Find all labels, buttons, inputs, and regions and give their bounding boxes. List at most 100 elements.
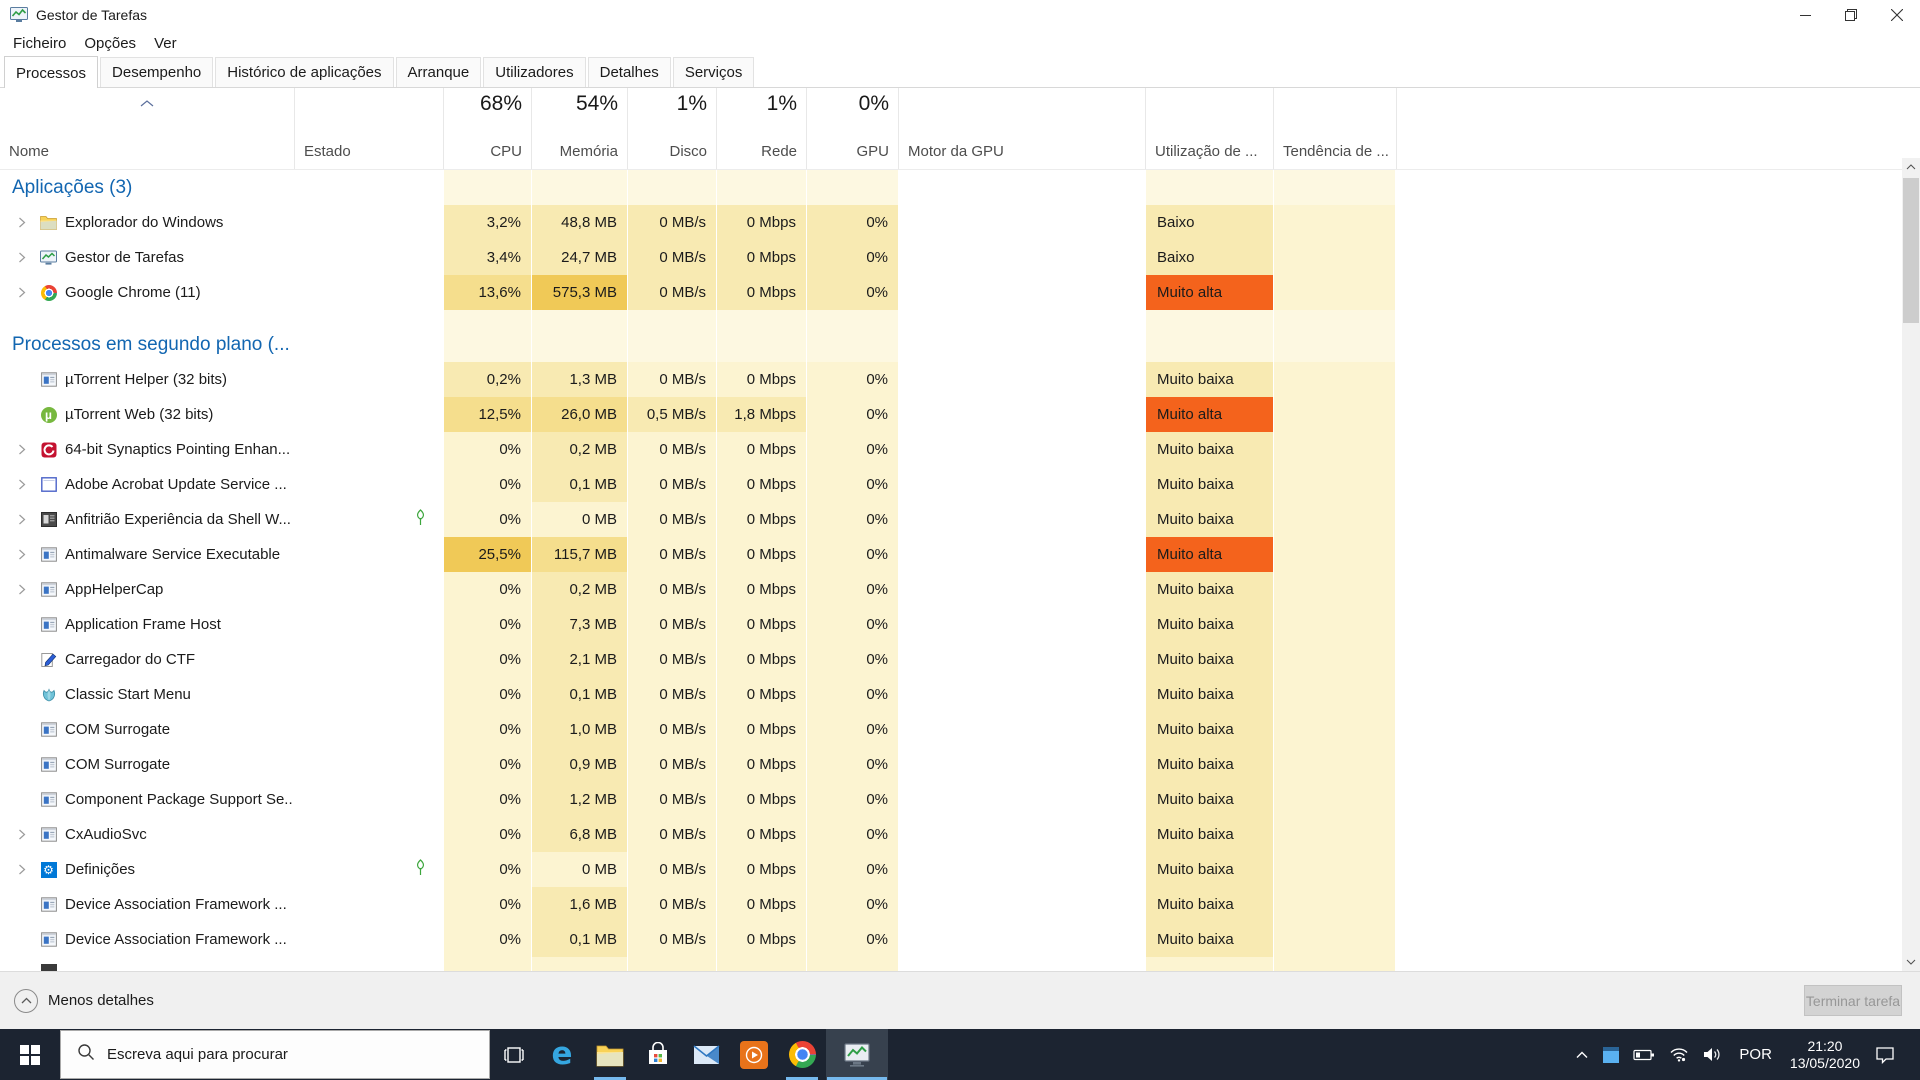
expand-chevron-icon[interactable]: [12, 252, 32, 263]
process-row[interactable]: Classic Start Menu 0% 0,1 MB 0 MB/s 0 Mbps 0%…: [0, 677, 1920, 712]
expand-chevron-icon[interactable]: [12, 584, 32, 595]
process-row[interactable]: ⚙ Definições 0% 0 MB 0 MB/s 0 Mbps 0% Muito bai…: [0, 852, 1920, 887]
process-name-cell: Processos em segundo plano (...: [0, 327, 294, 362]
search-input[interactable]: [107, 1046, 437, 1063]
language-indicator[interactable]: POR: [1729, 1029, 1782, 1080]
tab-utilizadores[interactable]: Utilizadores: [483, 57, 586, 87]
edge-taskbar-icon[interactable]: e: [538, 1029, 586, 1080]
process-row[interactable]: Device Association Framework ... 0% 1,6 MB…: [0, 887, 1920, 922]
expand-chevron-icon[interactable]: [12, 514, 32, 525]
process-row[interactable]: CxAudioSvc 0% 6,8 MB 0 MB/s 0 Mbps 0% Muito ba…: [0, 817, 1920, 852]
tab-arranque[interactable]: Arranque: [395, 57, 482, 87]
value: 0%: [499, 931, 521, 948]
tab-detalhes[interactable]: Detalhes: [587, 57, 671, 87]
disco-cell: 0 MB/s: [627, 922, 716, 957]
column-header-estado[interactable]: Estado: [294, 88, 443, 169]
row-filler: [1396, 922, 1920, 957]
menu-item-ver[interactable]: Ver: [145, 33, 186, 54]
scroll-down-button[interactable]: [1902, 953, 1920, 971]
gpu-cell: 0%: [806, 747, 898, 782]
column-header-rede[interactable]: 1% Rede: [716, 88, 806, 169]
action-center-icon[interactable]: [1868, 1029, 1902, 1080]
tab-processos[interactable]: Processos: [4, 56, 99, 88]
tray-chevron-up-icon[interactable]: [1568, 1029, 1596, 1080]
expand-chevron-icon[interactable]: [12, 217, 32, 228]
tab-servi-os[interactable]: Serviços: [672, 57, 755, 87]
scroll-up-button[interactable]: [1902, 158, 1920, 176]
process-row[interactable]: µTorrent Helper (32 bits) 0,2% 1,3 MB 0 MB/…: [0, 362, 1920, 397]
vertical-scrollbar[interactable]: [1902, 158, 1920, 971]
less-details-toggle[interactable]: Menos detalhes: [14, 988, 154, 1013]
estado-cell: [294, 642, 443, 677]
process-row[interactable]: COM Surrogate 0% 0,9 MB 0 MB/s 0 Mbps 0% Muito…: [0, 747, 1920, 782]
value: 0 Mbps: [746, 214, 796, 231]
expand-chevron-icon[interactable]: [12, 479, 32, 490]
utilizacao-value: Muito baixa: [1157, 476, 1234, 493]
expand-chevron-icon[interactable]: [12, 549, 32, 560]
minimize-button[interactable]: [1782, 0, 1828, 30]
process-row[interactable]: Explorador do Windows 3,2% 48,8 MB 0 MB/s 0 …: [0, 205, 1920, 240]
task-manager-taskbar-icon[interactable]: [826, 1029, 888, 1080]
mail-taskbar-icon[interactable]: [682, 1029, 730, 1080]
file-explorer-taskbar-icon[interactable]: [586, 1029, 634, 1080]
column-header-gpu[interactable]: 0% GPU: [806, 88, 898, 169]
gpu-cell: [806, 957, 898, 971]
menu-item-opes[interactable]: Opções: [75, 33, 145, 54]
disco-cell: [627, 957, 716, 971]
process-row[interactable]: Anfitrião Experiência da Shell W... 0% 0 M…: [0, 502, 1920, 537]
column-header-tendencia[interactable]: Tendência de ...: [1273, 88, 1396, 169]
process-row[interactable]: COM Surrogate 0% 1,0 MB 0 MB/s 0 Mbps 0% Muito…: [0, 712, 1920, 747]
column-header-cpu[interactable]: 68% CPU: [443, 88, 531, 169]
wifi-icon[interactable]: [1662, 1029, 1696, 1080]
menu-item-ficheiro[interactable]: Ficheiro: [4, 33, 75, 54]
restore-button[interactable]: [1828, 0, 1874, 30]
close-button[interactable]: [1874, 0, 1920, 30]
column-header-memoria[interactable]: 54% Memória: [531, 88, 627, 169]
column-header-motor-gpu[interactable]: Motor da GPU: [898, 88, 1145, 169]
tab-desempenho[interactable]: Desempenho: [100, 57, 214, 87]
rede-cell: 0 Mbps: [716, 852, 806, 887]
process-row[interactable]: Google Chrome (11) 13,6% 575,3 MB 0 MB/s 0 M…: [0, 275, 1920, 310]
process-name: CxAudioSvc: [65, 826, 147, 843]
end-task-button[interactable]: Terminar tarefa: [1804, 985, 1902, 1016]
row-filler: [1396, 677, 1920, 712]
process-row[interactable]: Application Frame Host 0% 7,3 MB 0 MB/s 0 Mb…: [0, 607, 1920, 642]
row-filler: [1396, 362, 1920, 397]
utorrent-tray-icon[interactable]: [1596, 1029, 1626, 1080]
cpu-cell: 0%: [443, 642, 531, 677]
process-row[interactable]: Gestor de Tarefas 3,4% 24,7 MB 0 MB/s 0 Mbps…: [0, 240, 1920, 275]
column-header-utilizacao[interactable]: Utilização de ...: [1145, 88, 1273, 169]
utilizacao-cell: Muito baixa: [1145, 607, 1273, 642]
process-row[interactable]: Antimalware Service Executable 25,5% 115,7…: [0, 537, 1920, 572]
process-row[interactable]: AppHelperCap 0% 0,2 MB 0 MB/s 0 Mbps 0% Muito …: [0, 572, 1920, 607]
column-header-disco[interactable]: 1% Disco: [627, 88, 716, 169]
clock[interactable]: 21:20 13/05/2020: [1782, 1029, 1868, 1080]
taskbar-search-box[interactable]: [60, 1030, 490, 1079]
process-row[interactable]: Carregador do CTF 0% 2,1 MB 0 MB/s 0 Mbps 0% M…: [0, 642, 1920, 677]
process-row[interactable]: Device Association Framework ... 0% 0,1 MB…: [0, 922, 1920, 957]
expand-chevron-icon[interactable]: [12, 287, 32, 298]
tab-hist-rico-de-aplica-es[interactable]: Histórico de aplicações: [215, 57, 394, 87]
column-header-nome[interactable]: Nome: [0, 88, 294, 169]
spacer-row: [0, 310, 1920, 327]
chrome-taskbar-icon[interactable]: [778, 1029, 826, 1080]
scrollbar-thumb[interactable]: [1903, 178, 1919, 323]
process-name-cell: Carregador do CTF: [0, 642, 294, 677]
battery-icon[interactable]: [1626, 1029, 1662, 1080]
expand-chevron-icon[interactable]: [12, 864, 32, 875]
value: 0 MB/s: [659, 721, 706, 738]
media-player-taskbar-icon[interactable]: [730, 1029, 778, 1080]
process-row[interactable]: Component Package Support Se... 0% 1,2 MB 0…: [0, 782, 1920, 817]
motor-gpu-cell: [898, 572, 1145, 607]
motor-gpu-cell: [898, 852, 1145, 887]
process-row[interactable]: 64-bit Synaptics Pointing Enhan... 0% 0,2 …: [0, 432, 1920, 467]
expand-chevron-icon[interactable]: [12, 829, 32, 840]
volume-icon[interactable]: [1696, 1029, 1729, 1080]
memoria-cell: 24,7 MB: [531, 240, 627, 275]
store-taskbar-icon[interactable]: [634, 1029, 682, 1080]
task-view-button[interactable]: [490, 1029, 538, 1080]
process-row[interactable]: µ µTorrent Web (32 bits) 12,5% 26,0 MB 0,5 M…: [0, 397, 1920, 432]
start-button[interactable]: [0, 1029, 60, 1080]
expand-chevron-icon[interactable]: [12, 444, 32, 455]
process-row[interactable]: Adobe Acrobat Update Service ... 0% 0,1 MB…: [0, 467, 1920, 502]
